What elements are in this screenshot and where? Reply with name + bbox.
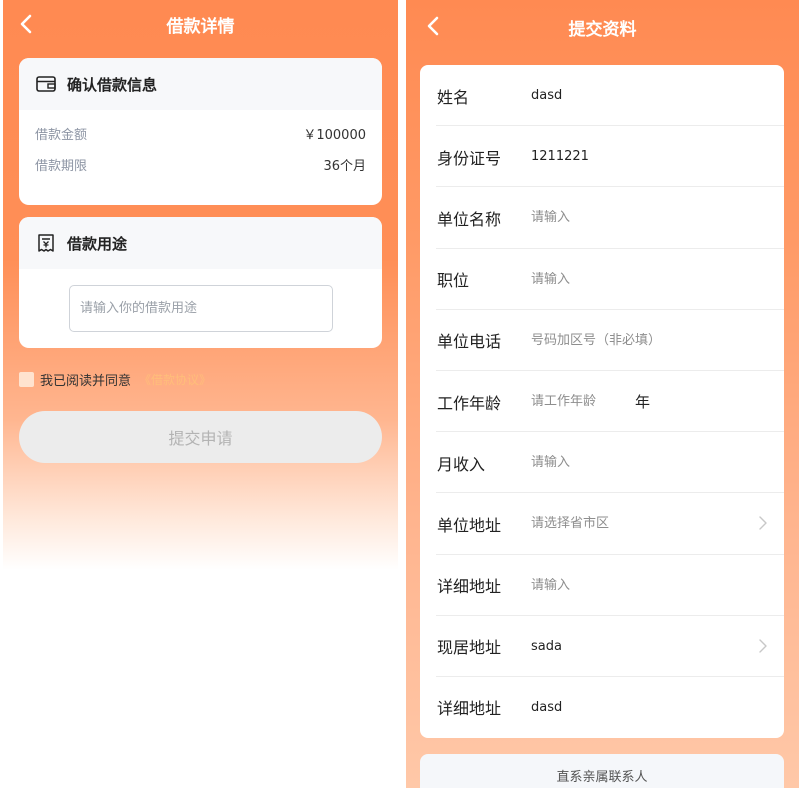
- confirm-loan-card: 确认借款信息 借款金额 ￥100000 借款期限 36个月: [19, 58, 382, 205]
- years-unit: 年: [635, 393, 651, 412]
- field-label: 现居地址: [437, 638, 502, 658]
- form-row-position: 职位: [420, 249, 784, 310]
- page-title: 提交资料: [568, 20, 637, 40]
- form-row-company-name: 单位名称: [420, 187, 784, 249]
- position-input[interactable]: [531, 271, 651, 287]
- loan-term-label: 借款期限: [35, 159, 88, 174]
- company-name-input[interactable]: [531, 210, 651, 226]
- form-row-current-detail-address: 详细地址: [420, 677, 784, 738]
- current-region-picker[interactable]: [531, 638, 651, 654]
- id-number-input[interactable]: [531, 149, 651, 165]
- form-row-detail-address: 详细地址: [420, 555, 784, 616]
- current-detail-address-input[interactable]: [531, 699, 651, 715]
- loan-amount-label: 借款金额: [35, 128, 88, 143]
- loan-purpose-input[interactable]: [69, 285, 333, 332]
- submit-application-button[interactable]: 提交申请: [19, 411, 382, 463]
- relatives-contact-section: 直系亲属联系人: [420, 754, 784, 788]
- field-label: 职位: [437, 271, 470, 291]
- loan-amount-row: 借款金额 ￥100000: [19, 118, 382, 149]
- company-phone-input[interactable]: [531, 332, 731, 348]
- card-title: 借款用途: [67, 234, 128, 253]
- chevron-right-icon: [759, 516, 767, 531]
- field-label: 月收入: [437, 454, 486, 474]
- form-row-company-phone: 单位电话: [420, 310, 784, 372]
- field-label: 单位名称: [437, 209, 502, 229]
- agreement-row: 我已阅读并同意 《借款协议》: [19, 370, 211, 389]
- company-detail-address-input[interactable]: [531, 577, 651, 593]
- card-header: 确认借款信息: [19, 58, 382, 110]
- field-label: 姓名: [437, 87, 470, 107]
- loan-term-value: 36个月: [323, 159, 366, 174]
- card-title: 确认借款信息: [67, 75, 158, 94]
- loan-detail-screen: 借款详情 确认借款信息 借款金额 ￥100000 借款期限 36个月 借款用途 …: [3, 0, 398, 788]
- monthly-income-input[interactable]: [531, 455, 651, 471]
- card-header: 借款用途: [19, 217, 382, 269]
- agreement-text: 我已阅读并同意: [40, 374, 132, 389]
- field-label: 单位电话: [437, 332, 502, 352]
- field-label: 工作年龄: [437, 393, 502, 413]
- loan-amount-value: ￥100000: [303, 128, 366, 143]
- field-label: 身份证号: [437, 148, 502, 168]
- field-label: 单位地址: [437, 515, 502, 535]
- chevron-right-icon: [759, 638, 767, 653]
- submit-info-screen: 提交资料 姓名 身份证号 单位名称 职位 单位电话 工作年龄 年 月收入: [406, 0, 799, 788]
- form-row-monthly-income: 月收入: [420, 432, 784, 494]
- field-label: 详细地址: [437, 699, 502, 719]
- form-row-company-address[interactable]: 单位地址: [420, 493, 784, 555]
- form-row-work-years: 工作年龄 年: [420, 371, 784, 433]
- loan-agreement-link[interactable]: 《借款协议》: [139, 371, 211, 388]
- page-title: 借款详情: [166, 17, 235, 37]
- receipt-icon: [38, 234, 54, 252]
- nav-bar: 提交资料: [406, 0, 799, 48]
- form-row-id-number: 身份证号: [420, 126, 784, 188]
- loan-purpose-card: 借款用途: [19, 217, 382, 348]
- work-years-input[interactable]: [531, 394, 635, 410]
- agree-checkbox[interactable]: [19, 372, 34, 387]
- form-row-name: 姓名: [420, 65, 784, 127]
- company-region-picker[interactable]: [531, 516, 731, 532]
- loan-term-row: 借款期限 36个月: [19, 149, 382, 180]
- section-title: 直系亲属联系人: [556, 770, 648, 785]
- form-row-current-address[interactable]: 现居地址: [420, 616, 784, 678]
- wallet-icon: [36, 76, 56, 92]
- nav-bar: 借款详情: [3, 0, 398, 48]
- personal-info-form: 姓名 身份证号 单位名称 职位 单位电话 工作年龄 年 月收入 单: [420, 65, 784, 738]
- name-input[interactable]: [531, 88, 651, 104]
- field-label: 详细地址: [437, 577, 502, 597]
